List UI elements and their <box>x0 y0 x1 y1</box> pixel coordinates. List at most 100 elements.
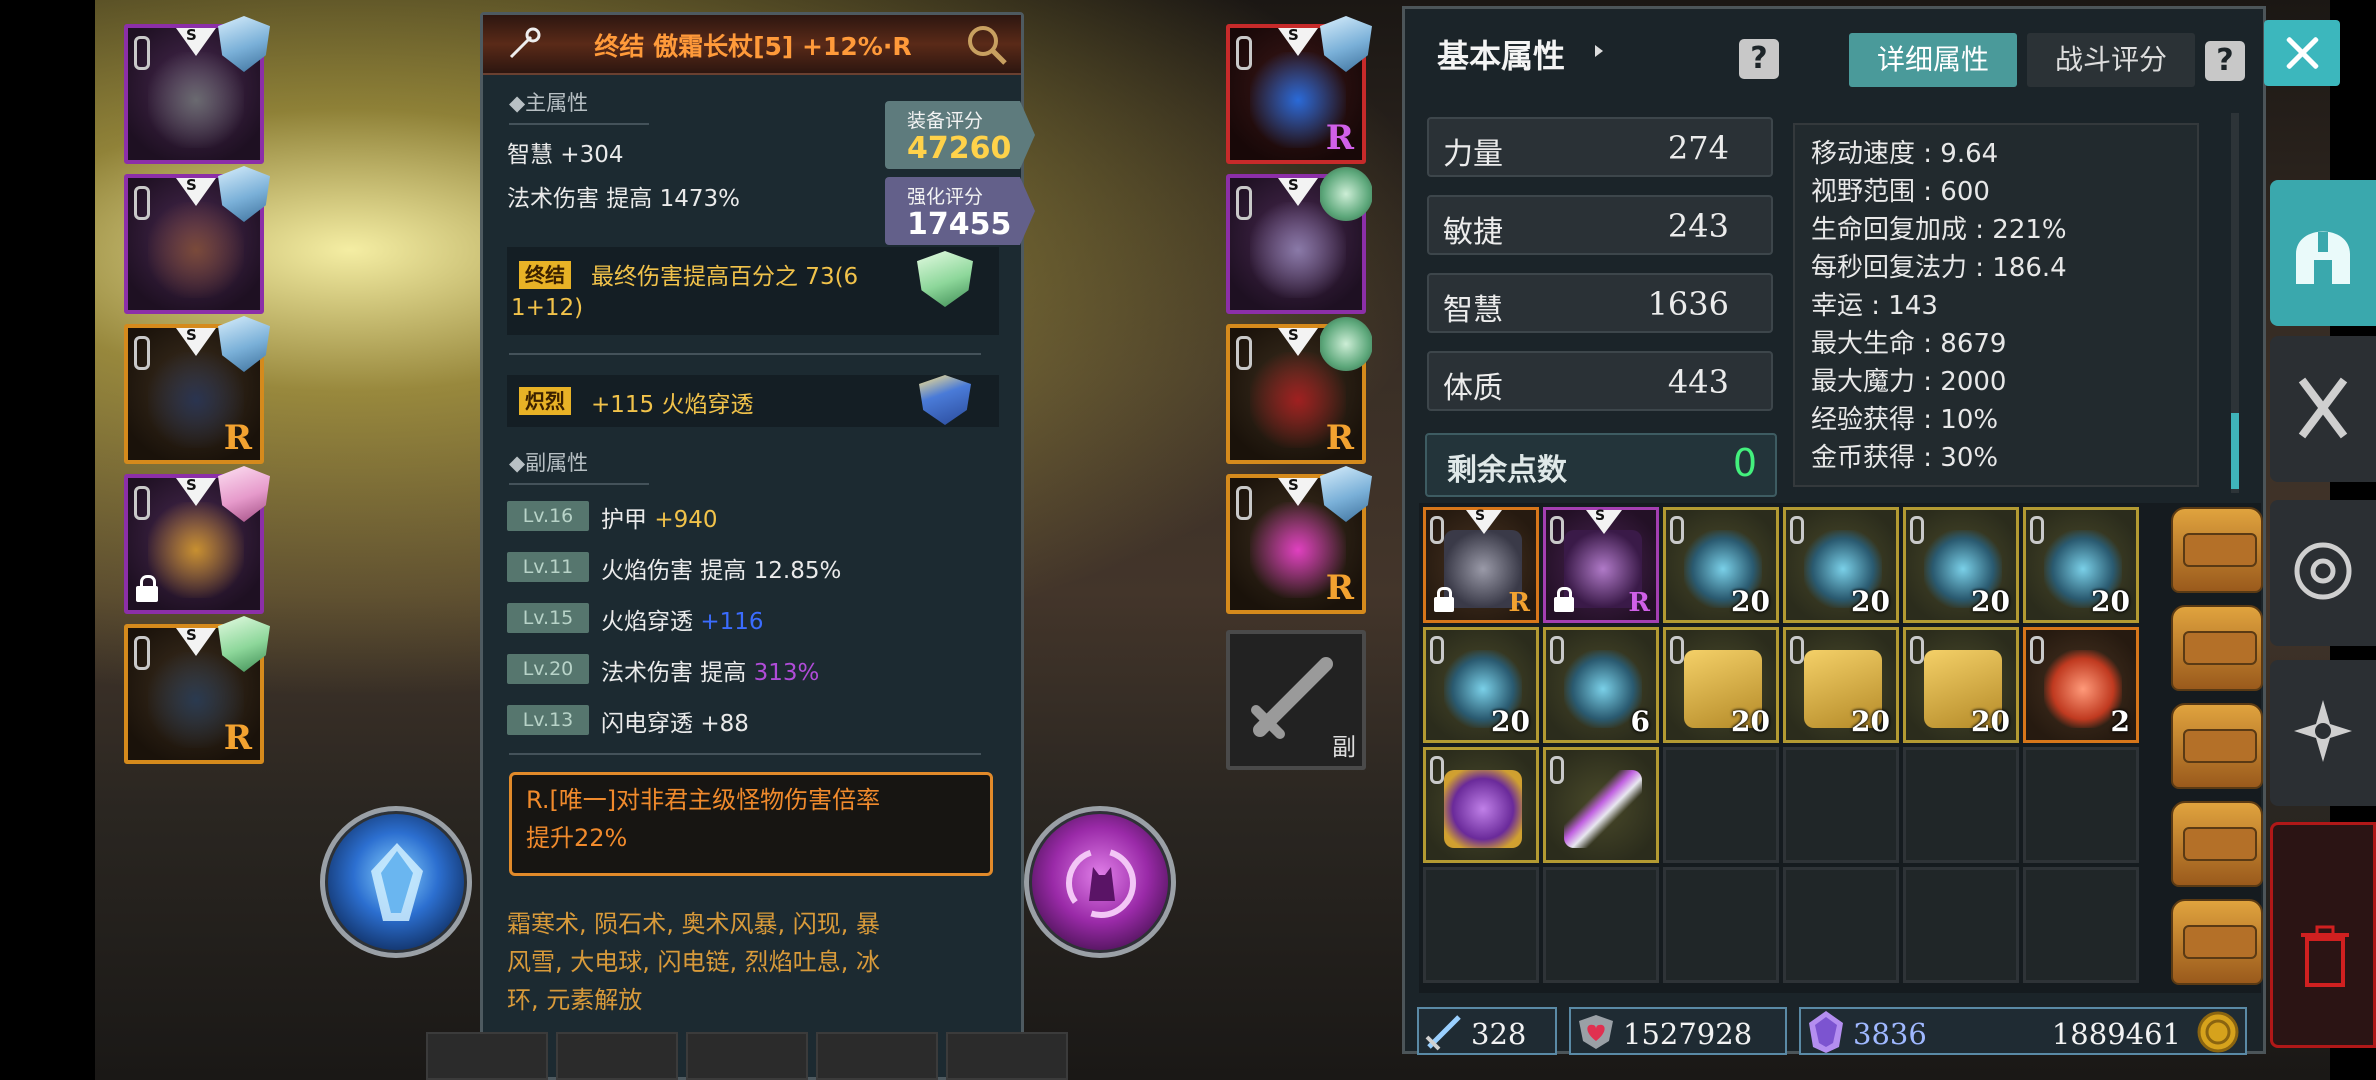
inventory-item-scroll-blue[interactable]: 20 <box>1783 507 1899 623</box>
caret-right-icon[interactable] <box>1595 45 1603 57</box>
inventory-empty-slot[interactable] <box>1663 747 1779 863</box>
help-icon[interactable]: ? <box>1739 39 1779 79</box>
s-rank-letter: S <box>186 26 197 44</box>
s-rank-letter: S <box>186 176 197 194</box>
bag-icon[interactable] <box>2171 507 2263 593</box>
item-title: 终结 傲霜长杖[5] +12%·R <box>594 32 912 61</box>
gloves-icon <box>2298 377 2348 439</box>
scrollbar-thumb[interactable] <box>2231 413 2239 489</box>
sub-stat-level: Lv.11 <box>507 552 589 582</box>
helmet-icon <box>2296 231 2350 284</box>
inventory-item-armor[interactable]: SR <box>1423 507 1539 623</box>
dagger-icon <box>1564 770 1642 848</box>
gem-gold-currency: 3836 1889461 <box>1799 1007 2247 1055</box>
detail-stats-scrollbar[interactable] <box>2231 113 2239 493</box>
chain-icon <box>1790 516 1804 544</box>
side-tab-discard[interactable] <box>2270 822 2376 1048</box>
detail-stat-item: 经验获得 : 10% <box>1811 405 1999 435</box>
side-tab-crafting[interactable] <box>2270 336 2376 482</box>
s-rank-letter: S <box>1288 26 1299 44</box>
inventory-empty-slot[interactable] <box>1663 867 1779 983</box>
blaze-affix-box: 炽烈 +115 火焰穿透 <box>507 375 999 427</box>
chain-icon <box>2030 516 2044 544</box>
inventory-item-cloak[interactable]: SR <box>1543 507 1659 623</box>
equip-slot-ring[interactable]: S <box>124 466 270 614</box>
equip-slot-chest[interactable]: S <box>124 166 270 314</box>
equip-slot-gloves[interactable]: S <box>1226 166 1372 314</box>
chain-icon <box>1236 36 1252 70</box>
skills-line-2: 风雪, 大电球, 闪电链, 烈焰吐息, 冰 <box>507 948 881 976</box>
item-count: 6 <box>1630 705 1650 738</box>
inventory-item-parchment[interactable]: 20 <box>1783 627 1899 743</box>
bottom-slot-5[interactable] <box>946 1032 1068 1080</box>
inventory-item-scroll-blue[interactable]: 20 <box>2023 507 2139 623</box>
equip-slot-necklace[interactable]: SR <box>1226 16 1372 164</box>
chain-icon <box>1430 756 1444 784</box>
offhand-slot[interactable]: 副 <box>1226 630 1366 770</box>
sub-stat-value: +116 <box>700 609 764 635</box>
remaining-points-row: 剩余点数 0 <box>1425 433 1777 497</box>
side-tab-equipment[interactable] <box>2270 180 2376 326</box>
bag-icon[interactable] <box>2171 801 2263 887</box>
tab-battle-score[interactable]: 战斗评分 <box>2027 33 2195 87</box>
inventory-empty-slot[interactable] <box>1903 747 2019 863</box>
inventory-item-scroll-blue[interactable]: 20 <box>1663 507 1779 623</box>
equip-slot-helmet[interactable]: S <box>124 16 270 164</box>
inventory-item-parchment[interactable]: 20 <box>1663 627 1779 743</box>
detail-stat-item: 视野范围 : 600 <box>1811 177 1990 207</box>
inventory-item-potion[interactable] <box>1423 747 1539 863</box>
skills-list: 霜寒术, 陨石术, 奥术风暴, 闪现, 暴 风雪, 大电球, 闪电链, 烈焰吐息… <box>507 905 1003 1019</box>
chain-icon <box>1430 636 1444 664</box>
bag-icon[interactable] <box>2171 703 2263 789</box>
sub-stat-name: 闪电穿透 <box>601 711 693 737</box>
compass-icon <box>2294 700 2352 762</box>
inventory-item-dagger[interactable] <box>1543 747 1659 863</box>
equip-slot-boots[interactable]: SR <box>1226 316 1372 464</box>
detail-stat-item: 生命回复加成 : 221% <box>1811 215 2067 245</box>
bottom-slot-1[interactable] <box>426 1032 548 1080</box>
ice-crystal-skill-button[interactable] <box>320 806 472 958</box>
attribute-row: 体质 443 <box>1427 351 1773 411</box>
chain-icon <box>134 186 150 220</box>
bag-icon[interactable] <box>2171 605 2263 691</box>
inventory-empty-slot[interactable] <box>1423 867 1539 983</box>
wand-icon <box>509 27 541 59</box>
inventory-empty-slot[interactable] <box>1543 867 1659 983</box>
equip-slot-legs[interactable]: SR <box>124 316 270 464</box>
equip-slot-earring[interactable]: SR <box>1226 466 1372 614</box>
inventory-empty-slot[interactable] <box>1783 867 1899 983</box>
bag-icon[interactable] <box>2171 899 2263 985</box>
bottom-slot-2[interactable] <box>556 1032 678 1080</box>
equip-slot-weapon[interactable]: SR <box>124 616 270 764</box>
divider <box>509 353 981 355</box>
inventory-item-scroll-blue[interactable]: 6 <box>1543 627 1659 743</box>
inventory-empty-slot[interactable] <box>2023 747 2139 863</box>
bottom-slot-3[interactable] <box>686 1032 808 1080</box>
ice-crystal-icon <box>371 843 423 921</box>
side-tab-settings[interactable] <box>2270 500 2376 646</box>
help-icon[interactable]: ? <box>2205 41 2245 81</box>
inventory-empty-slot[interactable] <box>1783 747 1899 863</box>
shadow-cat-skill-button[interactable] <box>1024 806 1176 958</box>
tab-detail-attributes[interactable]: 详细属性 <box>1849 33 2017 87</box>
inventory-empty-slot[interactable] <box>1903 867 2019 983</box>
enhance-score-tag: 强化评分 17455 <box>885 177 1035 245</box>
inventory-item-scroll-blue[interactable]: 20 <box>1903 507 2019 623</box>
magnify-icon[interactable] <box>965 23 1009 67</box>
inventory-item-parchment[interactable]: 20 <box>1903 627 2019 743</box>
close-button[interactable] <box>2264 20 2340 86</box>
inventory-item-crystal[interactable]: 2 <box>2023 627 2139 743</box>
bottom-slot-4[interactable] <box>816 1032 938 1080</box>
divider <box>509 753 981 755</box>
r-mark-icon: R <box>1508 588 1530 618</box>
inventory-item-scroll-blue[interactable]: 20 <box>1423 627 1539 743</box>
side-tab-skills[interactable] <box>2270 660 2376 806</box>
final-tag: 终结 <box>519 261 571 289</box>
s-rank-letter: S <box>1595 508 1606 524</box>
attribute-value: 1636 <box>1647 285 1729 323</box>
inventory-empty-slot[interactable] <box>2023 867 2139 983</box>
chain-icon <box>1550 516 1564 544</box>
heart-count: 1527928 <box>1623 1017 1753 1051</box>
main-stat-spell-damage: 法术伤害 提高 1473% <box>507 186 741 212</box>
chain-icon <box>1910 636 1924 664</box>
